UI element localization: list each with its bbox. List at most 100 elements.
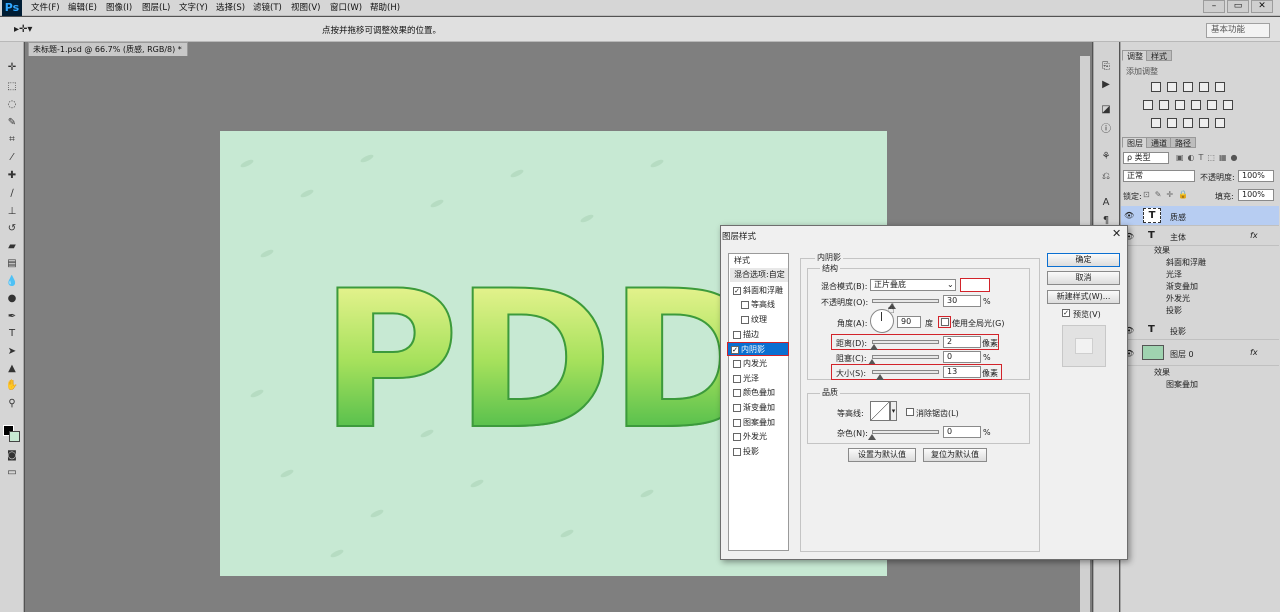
info-panel-icon[interactable]: ⓘ [1099,123,1113,137]
style-item-outer-glow[interactable]: 外发光 [730,430,788,444]
layer-name[interactable]: 图层 0 [1170,349,1194,360]
menu-view[interactable]: 视图(V) [291,0,320,16]
menu-window[interactable]: 窗口(W) [330,0,362,16]
effect-item[interactable]: 外发光 [1166,293,1190,305]
curves-adjust-icon[interactable] [1183,82,1193,92]
selective-color-adjust-icon[interactable] [1215,118,1225,128]
eyedropper-tool-icon[interactable]: ⁄ [4,150,20,165]
levels-adjust-icon[interactable] [1167,82,1177,92]
document-tab[interactable]: 未标题-1.psd @ 66.7% (质感, RGB/8) * [28,42,188,56]
layer-filter-kind[interactable]: ρ 类型 [1123,152,1169,164]
ok-button[interactable]: 确定 [1047,253,1120,267]
blend-options-item[interactable]: 混合选项:自定 [730,268,788,282]
hue-adjust-icon[interactable] [1143,100,1153,110]
effect-item[interactable]: 投影 [1166,305,1182,317]
distance-slider[interactable] [872,340,939,344]
layer-opacity-field[interactable]: 100% [1238,170,1274,182]
blur-tool-icon[interactable]: 💧 [4,274,20,289]
eraser-tool-icon[interactable]: ▰ [4,239,20,254]
gradient-map-adjust-icon[interactable] [1199,118,1209,128]
dodge-tool-icon[interactable]: ● [4,291,20,306]
menu-image[interactable]: 图像(I) [106,0,132,16]
style-item-gradient-overlay[interactable]: 渐变叠加 [730,401,788,415]
fill-field[interactable]: 100% [1238,189,1274,201]
posterize-adjust-icon[interactable] [1167,118,1177,128]
effect-item[interactable]: 效果 [1154,367,1170,379]
screen-mode-icon[interactable]: ▭ [4,465,20,480]
style-item-contour[interactable]: 等高线 [730,298,788,312]
preview-checkbox[interactable]: ✓ [1062,309,1070,317]
style-item-inner-shadow[interactable]: ✓ 内阴影 [727,342,789,356]
layer-blend-mode[interactable]: 正常 [1123,170,1195,182]
distance-field[interactable]: 2 [943,336,981,348]
checkbox[interactable] [733,418,741,427]
tab-channels[interactable]: 通道 [1146,137,1172,148]
checkbox[interactable] [733,359,741,368]
minimize-button[interactable]: – [1203,0,1225,13]
angle-dial[interactable] [870,309,894,333]
checkbox[interactable] [733,447,741,456]
checkbox[interactable] [733,374,741,383]
checkbox[interactable] [733,432,741,441]
crop-tool-icon[interactable]: ⌗ [4,132,20,147]
healing-tool-icon[interactable]: ✚ [4,168,20,183]
menu-filter[interactable]: 滤镜(T) [253,0,282,16]
invert-adjust-icon[interactable] [1151,118,1161,128]
menu-edit[interactable]: 编辑(E) [68,0,97,16]
shadow-color-swatch[interactable] [960,278,990,292]
set-default-button[interactable]: 设置为默认值 [848,448,916,462]
style-item-stroke[interactable]: 描边 [730,328,788,342]
checkbox[interactable] [741,315,749,324]
hand-tool-icon[interactable]: ✋ [4,378,20,393]
global-light-checkbox[interactable] [941,318,949,326]
clone-source-panel-icon[interactable]: ⎌ [1099,170,1113,184]
menu-help[interactable]: 帮助(H) [370,0,400,16]
angle-field[interactable]: 90 [897,316,921,328]
style-item-satin[interactable]: 光泽 [730,372,788,386]
layer-row[interactable] [1121,320,1279,340]
style-item-bevel[interactable]: ✓ 斜面和浮雕 [730,284,788,298]
style-item-inner-glow[interactable]: 内发光 [730,357,788,371]
styles-header[interactable]: 样式 [730,254,788,268]
style-item-drop-shadow[interactable]: 投影 [730,445,788,459]
background-color-swatch[interactable] [9,431,20,442]
visibility-eye-icon[interactable]: 👁 [1124,211,1134,220]
threshold-adjust-icon[interactable] [1183,118,1193,128]
vibrance-adjust-icon[interactable] [1215,82,1225,92]
style-item-pattern-overlay[interactable]: 图案叠加 [730,416,788,430]
type-tool-icon[interactable]: T [4,326,20,341]
tab-layers[interactable]: 图层 [1122,137,1148,148]
dialog-close-icon[interactable]: ✕ [1112,227,1121,240]
marquee-tool-icon[interactable]: ⬚ [4,79,20,94]
fx-icon[interactable]: fx [1250,231,1258,240]
history-panel-icon[interactable]: ⎘ [1099,60,1113,74]
menu-file[interactable]: 文件(F) [31,0,60,16]
pen-tool-icon[interactable]: ✒ [4,309,20,324]
brush-panel-icon[interactable]: ⚘ [1099,150,1113,164]
layer-name[interactable]: 主体 [1170,232,1186,243]
choke-field[interactable]: 0 [943,351,981,363]
style-item-color-overlay[interactable]: 颜色叠加 [730,386,788,400]
tab-paths[interactable]: 路径 [1170,137,1196,148]
lasso-tool-icon[interactable]: ◌ [4,97,20,112]
quick-mask-icon[interactable]: ◙ [4,448,20,463]
brightness-adjust-icon[interactable] [1151,82,1161,92]
cancel-button[interactable]: 取消 [1047,271,1120,285]
opacity-slider[interactable] [872,299,939,303]
opacity-field[interactable]: 30 [943,295,981,307]
actions-panel-icon[interactable]: ▶ [1099,78,1113,92]
path-select-tool-icon[interactable]: ➤ [4,344,20,359]
channel-mixer-adjust-icon[interactable] [1207,100,1217,110]
history-brush-tool-icon[interactable]: ↺ [4,221,20,236]
menu-layer[interactable]: 图层(L) [142,0,170,16]
shape-tool-icon[interactable]: ▲ [4,361,20,376]
size-slider-thumb[interactable] [876,374,884,380]
checkbox[interactable] [741,300,749,309]
reset-default-button[interactable]: 复位为默认值 [923,448,987,462]
zoom-tool-icon[interactable]: ⚲ [4,396,20,411]
photo-filter-adjust-icon[interactable] [1191,100,1201,110]
color-balance-adjust-icon[interactable] [1159,100,1169,110]
workspace-select[interactable]: 基本功能 [1206,23,1270,38]
close-window-button[interactable]: ✕ [1251,0,1273,13]
noise-slider-thumb[interactable] [868,434,876,440]
